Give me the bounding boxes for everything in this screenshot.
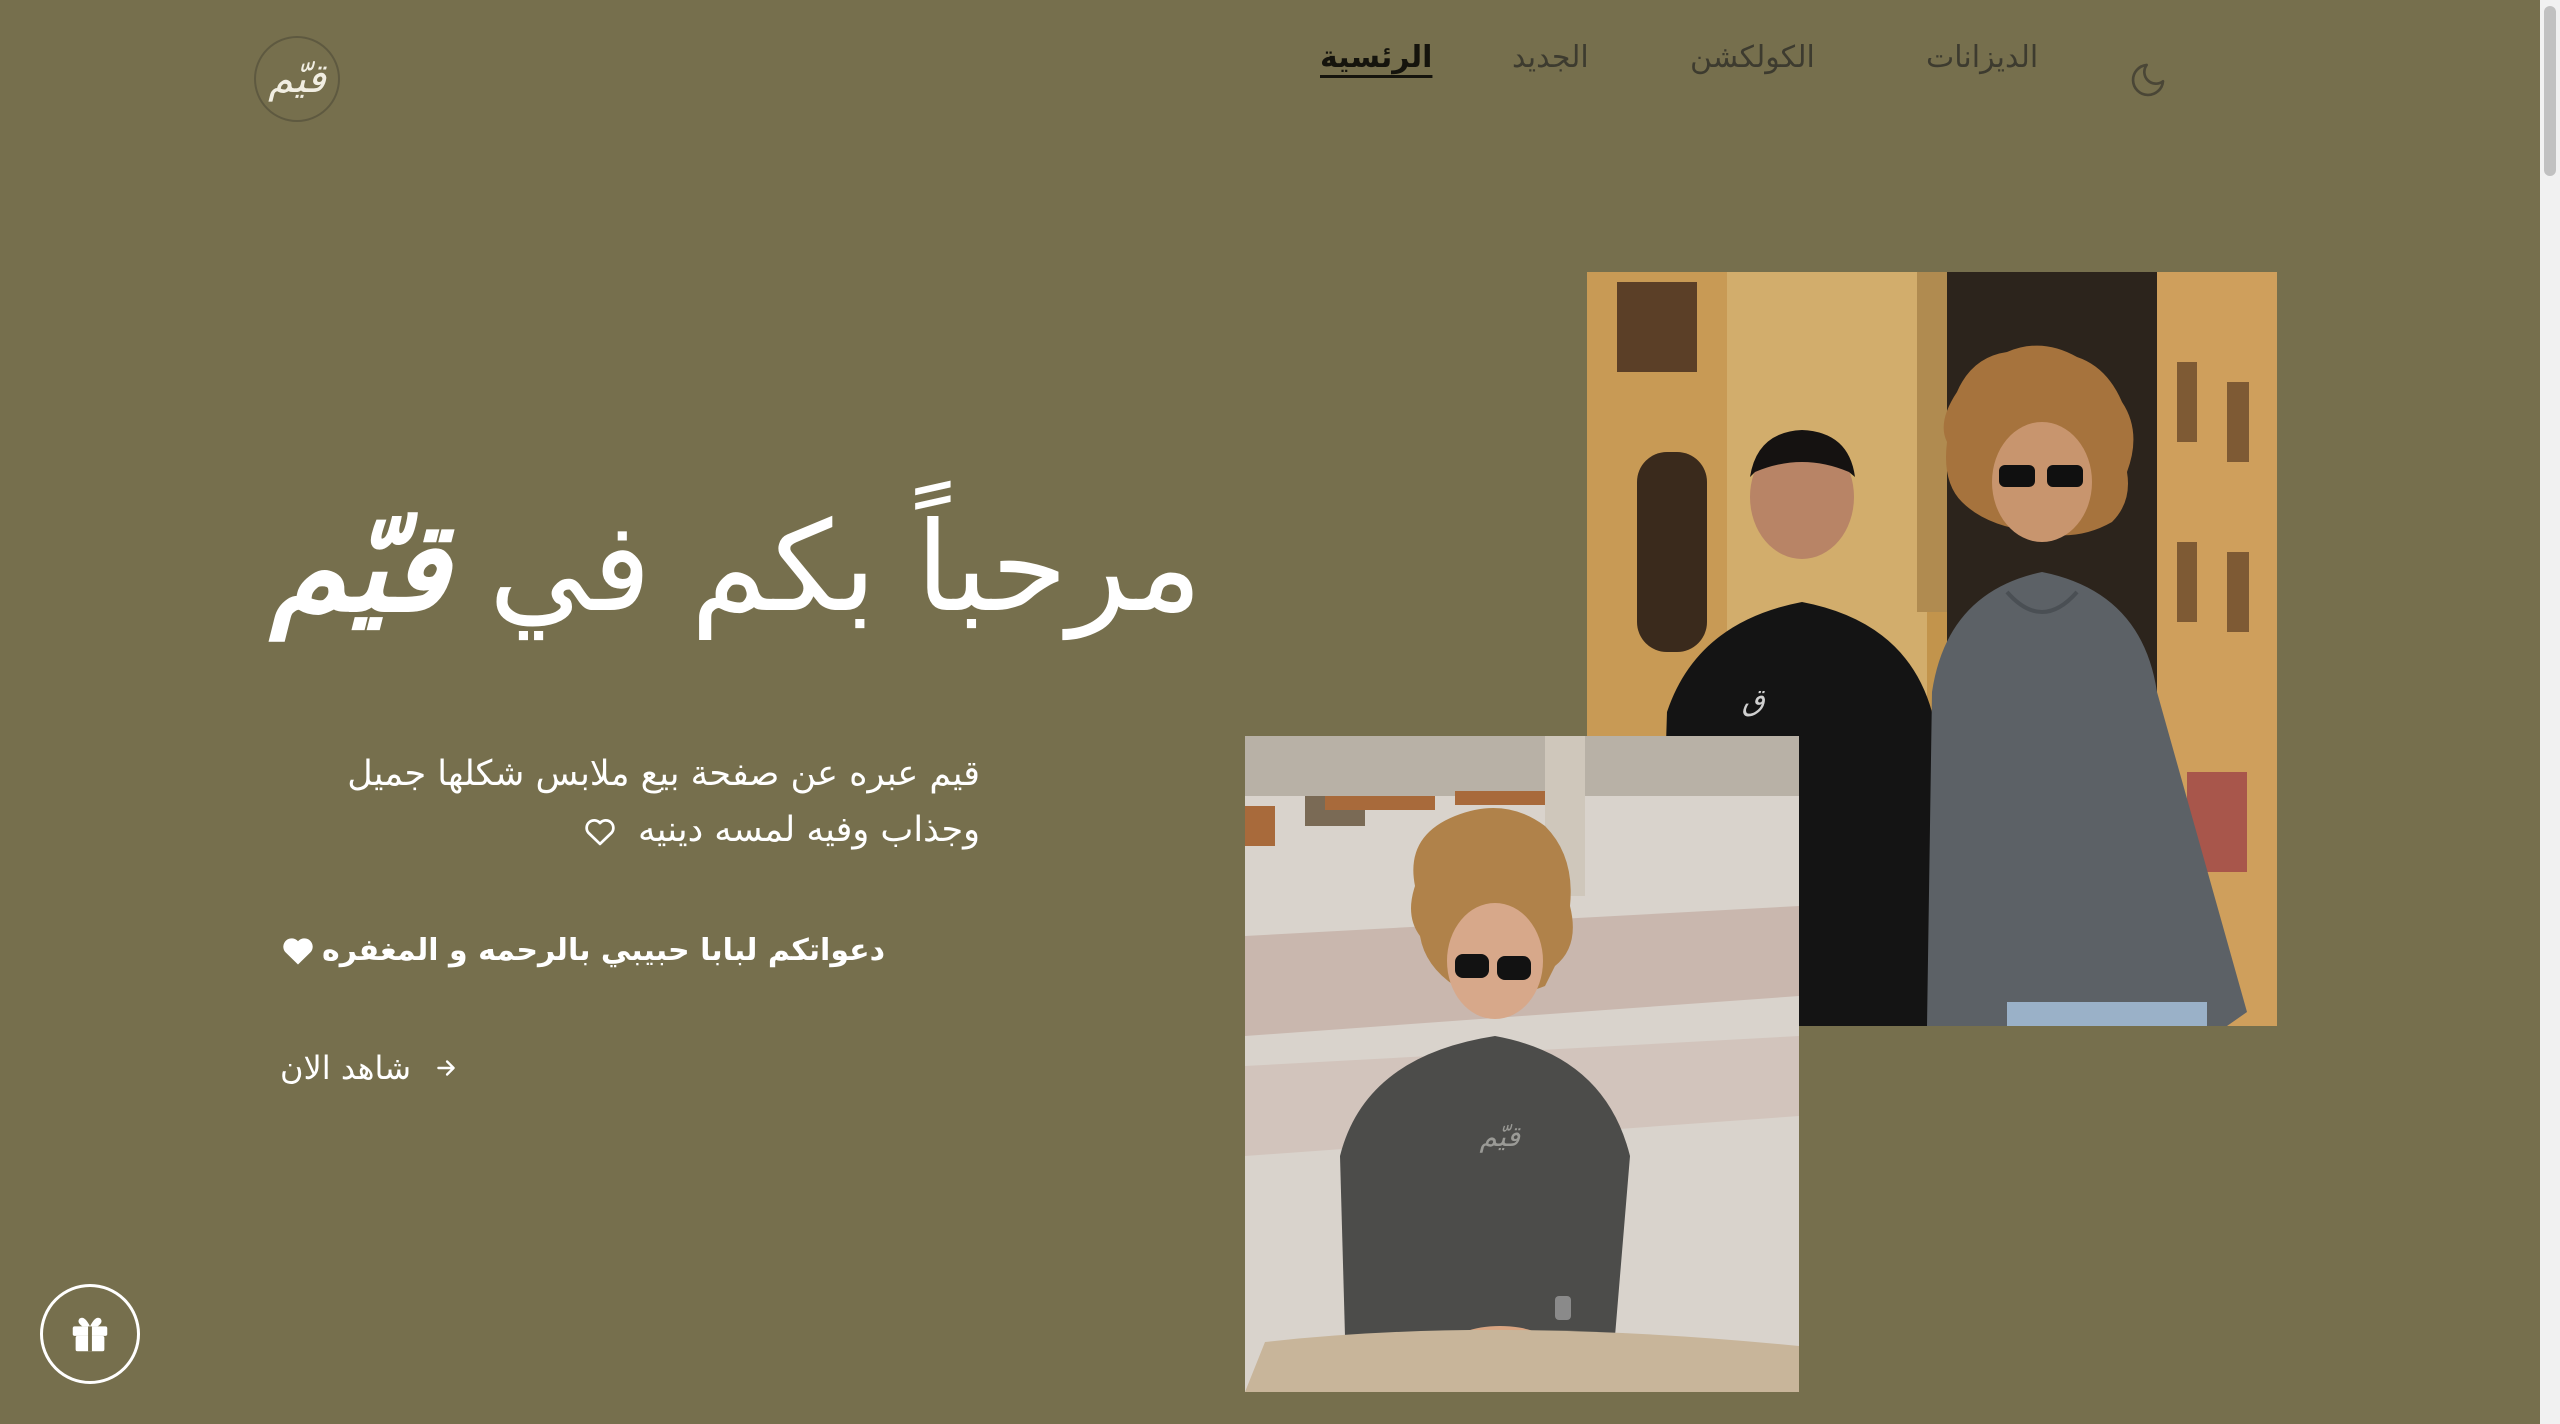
watch-now-label: شاهد الان <box>280 1049 412 1087</box>
nav-item-home[interactable]: الرئسية <box>1320 40 1432 75</box>
nav-item-collection[interactable]: الكولكشن <box>1690 40 1815 75</box>
hero-description-line2-wrap: وجذاب وفيه لمسه دينيه <box>280 802 980 858</box>
arrow-right-icon <box>437 1060 455 1076</box>
heart-filled-icon <box>283 938 313 965</box>
hero-title-prefix: مرحباً بكم في <box>488 496 1203 640</box>
hero-title-brand: قيّم <box>270 496 450 640</box>
scrollbar-thumb[interactable] <box>2544 6 2556 176</box>
main-nav: الرئسية الجديد الكولكشن الديزانات <box>1300 40 2200 80</box>
svg-text:ق: ق <box>1742 683 1766 718</box>
watch-now-button[interactable]: شاهد الان <box>280 1046 459 1090</box>
moon-icon <box>2131 63 2165 97</box>
page-scrollbar[interactable] <box>2540 0 2560 1424</box>
hero-title: مرحباً بكم في قيّم <box>270 500 1270 636</box>
brand-logo-text: قيّم <box>268 56 326 102</box>
page: قيّم الرئسية الجديد الكولكشن الديزانات م… <box>0 0 2560 1424</box>
hero-description-line2: وجذاب وفيه لمسه دينيه <box>637 810 980 850</box>
gift-button[interactable] <box>40 1284 140 1384</box>
svg-text:قيّم: قيّم <box>1480 1120 1522 1153</box>
theme-toggle-button[interactable] <box>2128 60 2168 100</box>
hero-description: قيم عبره عن صفحة بيع ملابس شكلها جميل وج… <box>280 746 980 858</box>
hero-description-line1: قيم عبره عن صفحة بيع ملابس شكلها جميل <box>347 754 980 794</box>
nav-item-designs[interactable]: الديزانات <box>1926 40 2038 75</box>
nav-item-new[interactable]: الجديد <box>1512 40 1589 75</box>
prayer-text: دعواتكم لبابا حبيبي بالرحمه و المغفره <box>322 932 886 968</box>
prayer-line: دعواتكم لبابا حبيبي بالرحمه و المغفره <box>280 926 885 974</box>
brand-logo[interactable]: قيّم <box>254 36 340 122</box>
hero-photo-secondary: قيّم <box>1245 736 1799 1392</box>
heart-outline-icon <box>585 819 615 846</box>
gift-icon <box>72 1317 108 1352</box>
